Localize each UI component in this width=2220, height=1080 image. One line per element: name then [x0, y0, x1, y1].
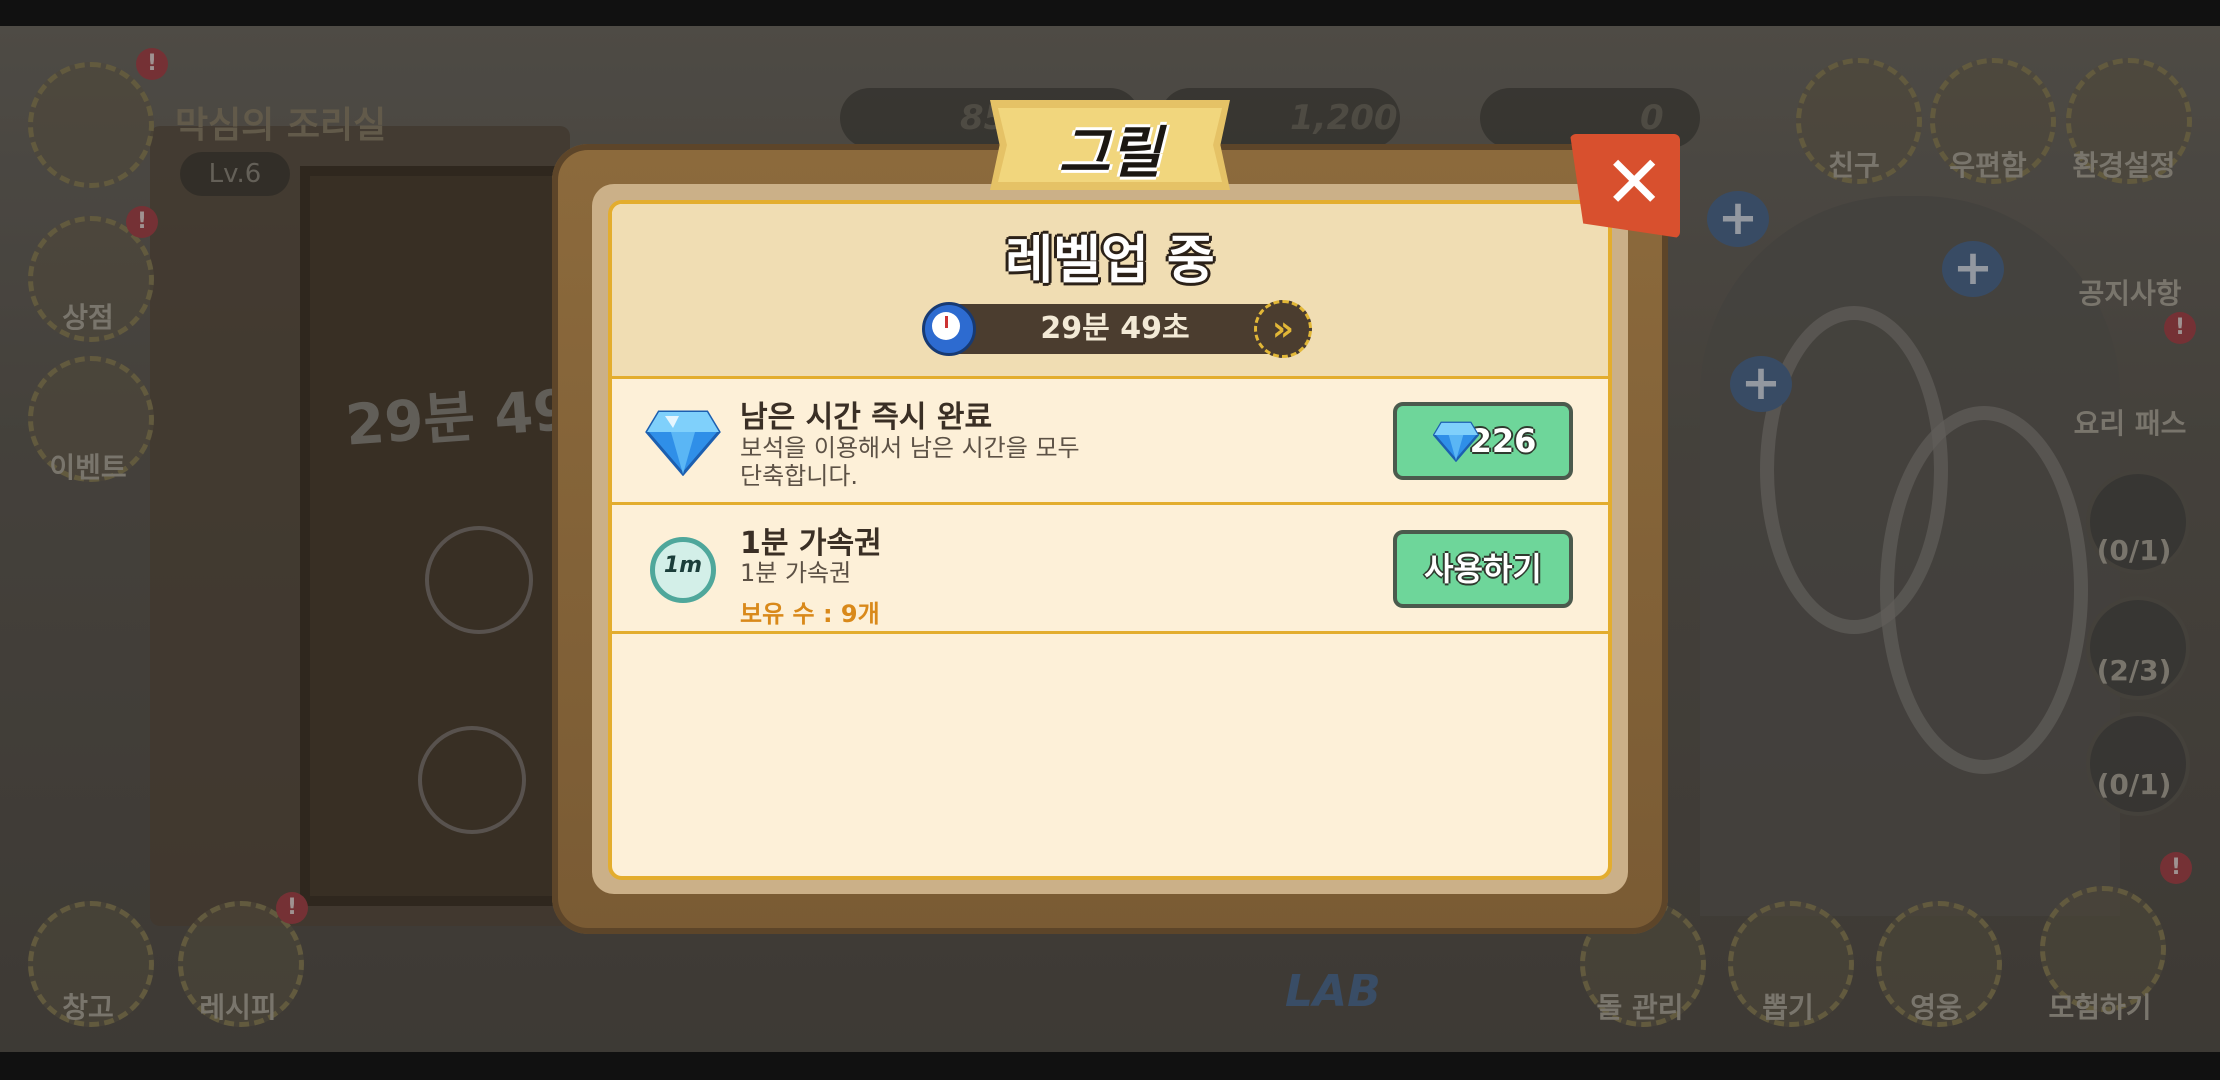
timer-text: 29분 49초: [1040, 311, 1190, 346]
owned-count: 보유 수 : 9개: [740, 600, 880, 628]
close-icon[interactable]: ✕: [1604, 140, 1664, 224]
diamond-icon: [1433, 421, 1479, 462]
item-title: 1분 가속권: [740, 526, 882, 561]
stopwatch-label: 1m: [663, 553, 703, 578]
bottom-letterbox: [0, 1052, 2220, 1080]
item-desc: 1분 가속권: [740, 559, 852, 587]
instant-complete-button[interactable]: 226: [1393, 402, 1573, 480]
dialog-title: 레벨업 중: [1005, 231, 1215, 291]
item-title: 남은 시간 즉시 완료: [740, 400, 993, 435]
gem-cost: 226: [1469, 422, 1537, 460]
diamond-icon: [645, 410, 721, 476]
use-button[interactable]: 사용하기: [1393, 530, 1573, 608]
item-desc: 보석을 이용해서 남은 시간을 모두: [740, 434, 1080, 462]
item-desc-line2: 단축합니다.: [740, 462, 859, 490]
dialog-ribbon: 그릴: [990, 100, 1230, 200]
top-letterbox: [0, 0, 2220, 26]
fast-forward-icon[interactable]: »: [1254, 300, 1312, 358]
clock-hand: [945, 316, 948, 328]
dialog-ribbon-title: 그릴: [1058, 121, 1162, 186]
